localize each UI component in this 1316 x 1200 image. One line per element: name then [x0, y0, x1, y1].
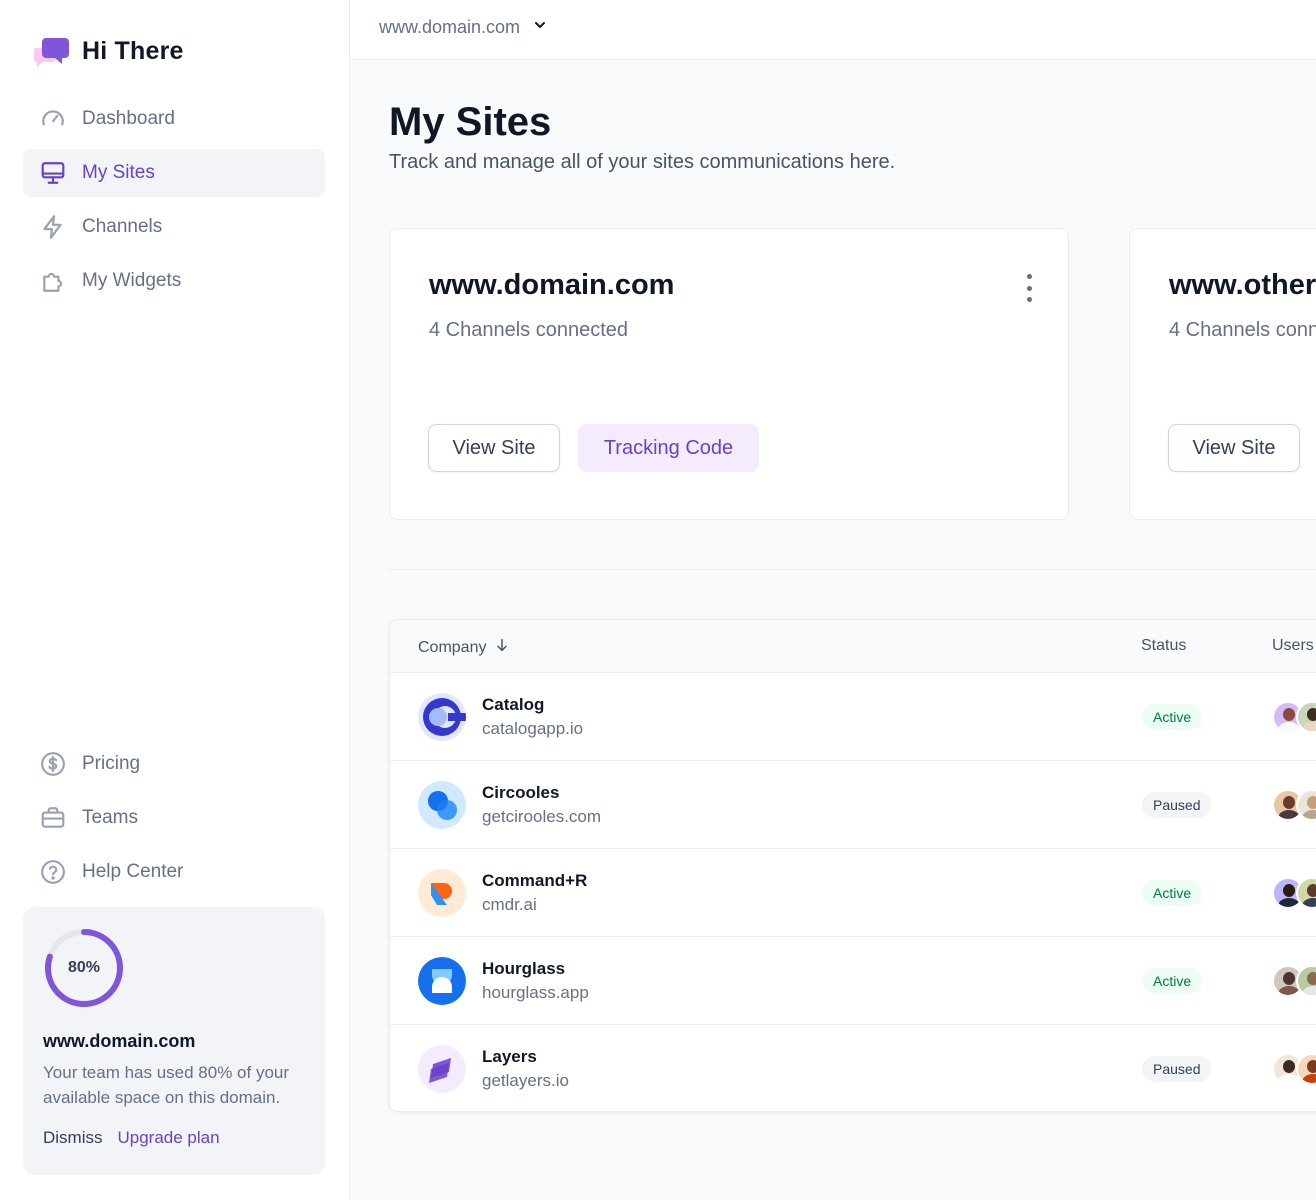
company-domain: hourglass.app — [482, 983, 589, 1002]
domain-selector-value: www.domain.com — [379, 17, 521, 37]
view-site-button[interactable]: View Site — [1168, 424, 1300, 472]
user-avatars — [1272, 789, 1316, 821]
nav-item-dashboard[interactable]: Dashboard — [23, 95, 325, 143]
user-avatars — [1272, 877, 1316, 909]
layers-logo-icon — [418, 1045, 466, 1093]
company-domain: getcirooles.com — [482, 807, 602, 826]
primary-nav: Dashboard My Sites Channels My Widgets — [23, 95, 325, 311]
topbar: www.domain.com — [350, 0, 1316, 60]
nav-label: My Widgets — [82, 270, 182, 291]
lightning-icon — [39, 213, 67, 241]
dismiss-button[interactable]: Dismiss — [43, 1128, 103, 1148]
companies-table: Company Status Users Catalog catalogapp.… — [389, 619, 1316, 1112]
nav-label: Channels — [82, 216, 163, 237]
status-badge: Paused — [1142, 792, 1212, 818]
help-circle-icon — [39, 858, 67, 886]
site-card: www.domain.com 4 Channels connected View… — [389, 228, 1069, 520]
nav-item-channels[interactable]: Channels — [23, 203, 325, 251]
company-name: Catalog — [482, 695, 545, 714]
usage-percent: 80% — [67, 959, 101, 976]
dollar-circle-icon — [39, 750, 67, 778]
hourglass-logo-icon — [418, 957, 466, 1005]
company-name: Circooles — [482, 783, 560, 802]
nav-label: My Sites — [82, 162, 155, 183]
table-row[interactable]: Command+R cmdr.ai Active — [390, 849, 1316, 937]
nav-item-my-sites[interactable]: My Sites — [23, 149, 325, 197]
view-site-button[interactable]: View Site — [428, 424, 560, 472]
company-domain: getlayers.io — [482, 1071, 569, 1090]
user-avatars — [1272, 1053, 1316, 1085]
usage-description: Your team has used 80% of your available… — [43, 1063, 290, 1107]
usage-card: 80% www.domain.com Your team has used 80… — [23, 907, 325, 1175]
app-title: Hi There — [82, 36, 184, 65]
monitor-icon — [39, 159, 67, 187]
chat-bubbles-logo-icon — [33, 34, 70, 68]
page-subtitle: Track and manage all of your sites commu… — [389, 151, 896, 173]
company-name: Layers — [482, 1047, 537, 1066]
status-badge: Active — [1142, 968, 1203, 994]
domain-selector[interactable]: www.domain.com — [379, 17, 548, 38]
arrow-down-icon — [494, 637, 510, 658]
command-r-logo-icon — [418, 869, 466, 917]
company-domain: catalogapp.io — [482, 719, 584, 738]
site-domain: www.domain.com — [429, 269, 675, 301]
nav-label: Dashboard — [82, 108, 175, 129]
nav-label: Teams — [82, 807, 138, 828]
usage-progress-ring: 80% — [43, 927, 125, 1009]
company-domain: cmdr.ai — [482, 895, 537, 914]
brand[interactable]: Hi There — [33, 34, 184, 68]
dashboard-gauge-icon — [39, 105, 67, 133]
nav-label: Pricing — [82, 753, 141, 774]
nav-item-pricing[interactable]: Pricing — [23, 740, 325, 788]
more-options-icon[interactable] — [1024, 274, 1034, 302]
section-divider — [389, 569, 1316, 570]
chevron-down-icon — [532, 17, 548, 38]
secondary-nav: Pricing Teams Help Center — [23, 740, 325, 902]
company-name: Hourglass — [482, 959, 566, 978]
table-header: Company Status Users — [390, 620, 1316, 673]
status-badge: Active — [1142, 880, 1203, 906]
upgrade-plan-button[interactable]: Upgrade plan — [118, 1128, 220, 1148]
briefcase-icon — [39, 804, 67, 832]
status-badge: Active — [1142, 704, 1203, 730]
circooles-logo-icon — [418, 781, 466, 829]
page-title: My Sites — [389, 100, 552, 144]
puzzle-icon — [39, 267, 67, 295]
table-row[interactable]: Hourglass hourglass.app Active — [390, 937, 1316, 1025]
site-domain: www.otherdomain.com — [1169, 269, 1316, 301]
sidebar: Hi There Dashboard My Sites Channels My … — [0, 0, 350, 1200]
nav-item-help-center[interactable]: Help Center — [23, 848, 325, 896]
site-card: www.otherdomain.com 4 Channels connected… — [1129, 228, 1316, 520]
company-name: Command+R — [482, 871, 588, 890]
table-row[interactable]: Catalog catalogapp.io Active — [390, 673, 1316, 761]
site-channels: 4 Channels connected — [429, 319, 629, 341]
tracking-code-button[interactable]: Tracking Code — [578, 424, 759, 472]
column-header-status: Status — [1141, 637, 1187, 654]
user-avatars — [1272, 701, 1316, 733]
column-label: Company — [418, 638, 487, 656]
user-avatars — [1272, 965, 1316, 997]
table-row[interactable]: Layers getlayers.io Paused — [390, 1025, 1316, 1111]
site-channels: 4 Channels connected — [1169, 319, 1316, 341]
column-header-company[interactable]: Company — [418, 637, 510, 658]
nav-item-my-widgets[interactable]: My Widgets — [23, 257, 325, 305]
catalog-logo-icon — [418, 693, 466, 741]
nav-item-teams[interactable]: Teams — [23, 794, 325, 842]
usage-domain: www.domain.com — [43, 1031, 196, 1051]
status-badge: Paused — [1142, 1056, 1212, 1082]
nav-label: Help Center — [82, 861, 184, 882]
column-header-users: Users — [1272, 637, 1314, 654]
table-row[interactable]: Circooles getcirooles.com Paused — [390, 761, 1316, 849]
